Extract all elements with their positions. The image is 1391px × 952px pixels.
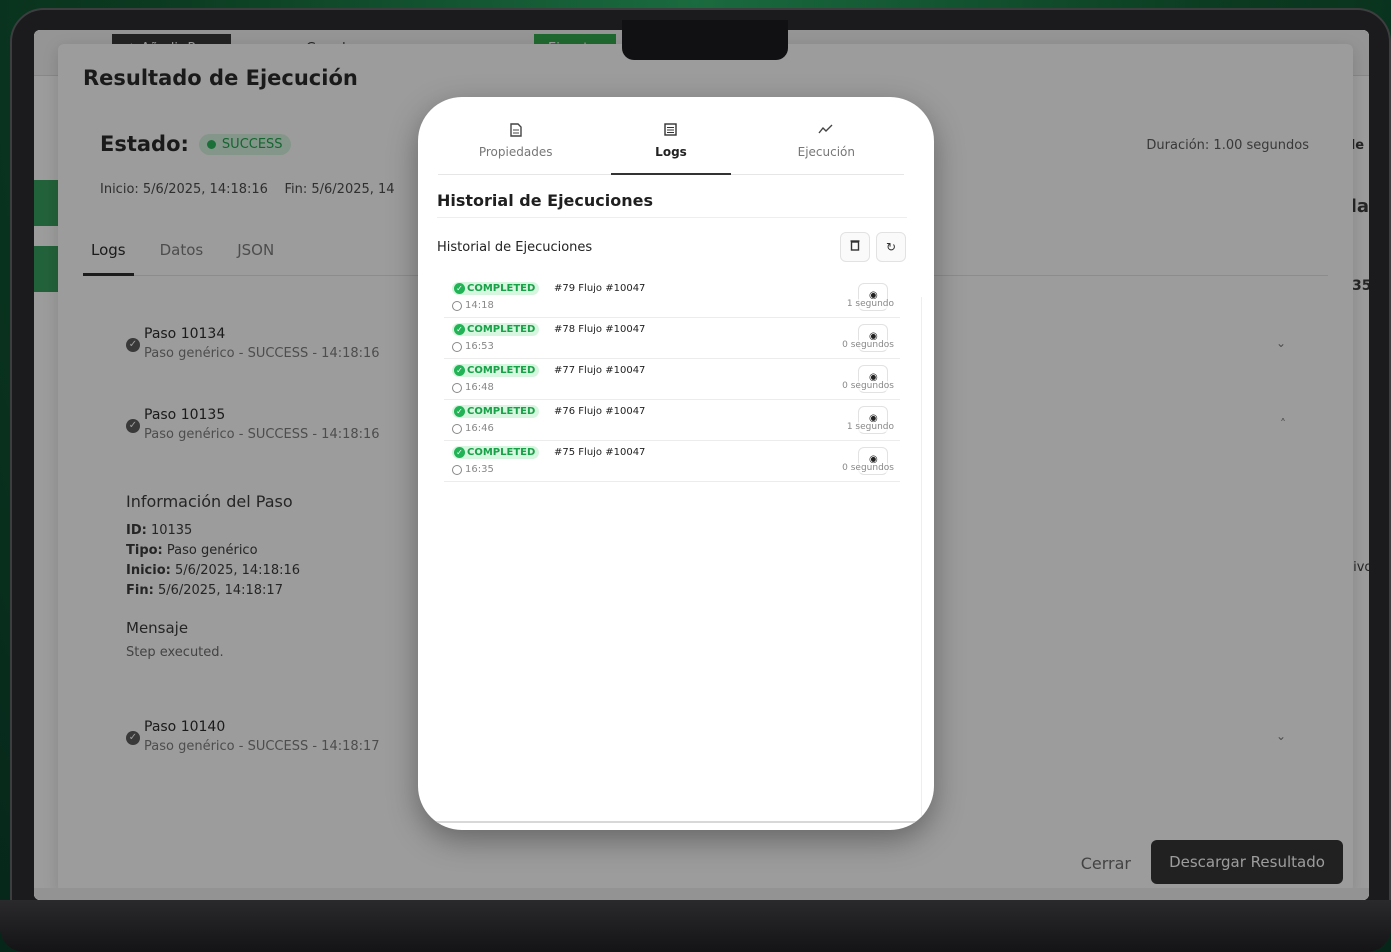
execution-title: #75 Flujo #10047: [554, 447, 646, 458]
check-circle-icon: ✓: [454, 406, 465, 417]
tab-propiedades[interactable]: Propiedades: [438, 119, 593, 174]
check-circle-icon: ✓: [454, 324, 465, 335]
clock-icon: [452, 464, 462, 475]
clock-icon: [452, 423, 462, 434]
execution-time: 16:35: [452, 464, 494, 475]
clock-icon: [452, 341, 462, 352]
clock-icon: [452, 382, 462, 393]
panel-heading: Historial de Ejecuciones: [437, 191, 654, 210]
refresh-button[interactable]: ↻: [876, 232, 906, 262]
status-badge: ✓ COMPLETED: [452, 364, 540, 377]
execution-duration: 0 segundos: [842, 340, 894, 350]
laptop-base: [0, 900, 1391, 952]
panel-tabs: Propiedades Logs Ejecución: [438, 119, 904, 175]
camera-notch: [622, 20, 788, 60]
execution-time: 16:46: [452, 423, 494, 434]
check-circle-icon: ✓: [454, 447, 465, 458]
check-circle-icon: ✓: [454, 283, 465, 294]
tab-logs[interactable]: Logs: [593, 119, 748, 175]
panel-bottom-border: [426, 821, 926, 823]
execution-time: 16:48: [452, 382, 494, 393]
execution-duration: 0 segundos: [842, 463, 894, 473]
status-badge: ✓ COMPLETED: [452, 323, 540, 336]
refresh-icon: ↻: [885, 240, 897, 254]
panel-subheading: Historial de Ejecuciones: [437, 240, 593, 255]
status-badge: ✓ COMPLETED: [452, 405, 540, 418]
execution-title: #77 Flujo #10047: [554, 365, 646, 376]
list-item: ✓ COMPLETED #78 Flujo #10047 16:53 ◉ 0 se…: [444, 318, 900, 359]
list-item: ✓ COMPLETED #77 Flujo #10047 16:48 ◉ 0 se…: [444, 359, 900, 400]
execution-title: #76 Flujo #10047: [554, 406, 646, 417]
delete-button[interactable]: [840, 232, 870, 262]
list-item: ✓ COMPLETED #76 Flujo #10047 16:46 ◉ 1 se…: [444, 400, 900, 441]
execution-title: #79 Flujo #10047: [554, 283, 646, 294]
list-item: ✓ COMPLETED #79 Flujo #10047 14:18 ◉ 1 se…: [444, 277, 900, 318]
status-badge: ✓ COMPLETED: [452, 282, 540, 295]
status-badge: ✓ COMPLETED: [452, 446, 540, 459]
execution-time: 14:18: [452, 300, 494, 311]
divider: [437, 217, 907, 218]
list-item: ✓ COMPLETED #75 Flujo #10047 16:35 ◉ 0 se…: [444, 441, 900, 482]
chart-line-icon: [749, 123, 904, 141]
execution-duration: 1 segundo: [846, 299, 894, 309]
execution-title: #78 Flujo #10047: [554, 324, 646, 335]
execution-list: ✓ COMPLETED #79 Flujo #10047 14:18 ◉ 1 se…: [444, 277, 900, 482]
trash-icon: [850, 240, 860, 254]
document-icon: [438, 123, 593, 141]
execution-time: 16:53: [452, 341, 494, 352]
check-circle-icon: ✓: [454, 365, 465, 376]
tab-ejecucion[interactable]: Ejecución: [749, 119, 904, 174]
list-icon: [593, 123, 748, 141]
tab-label: Logs: [655, 145, 687, 159]
tab-label: Propiedades: [478, 145, 553, 159]
logs-panel: Propiedades Logs Ejecución Historial de …: [418, 97, 934, 830]
tab-label: Ejecución: [797, 145, 856, 159]
clock-icon: [452, 300, 462, 311]
execution-duration: 0 segundos: [842, 381, 894, 391]
scroll-track: [921, 297, 922, 817]
execution-duration: 1 segundo: [846, 422, 894, 432]
